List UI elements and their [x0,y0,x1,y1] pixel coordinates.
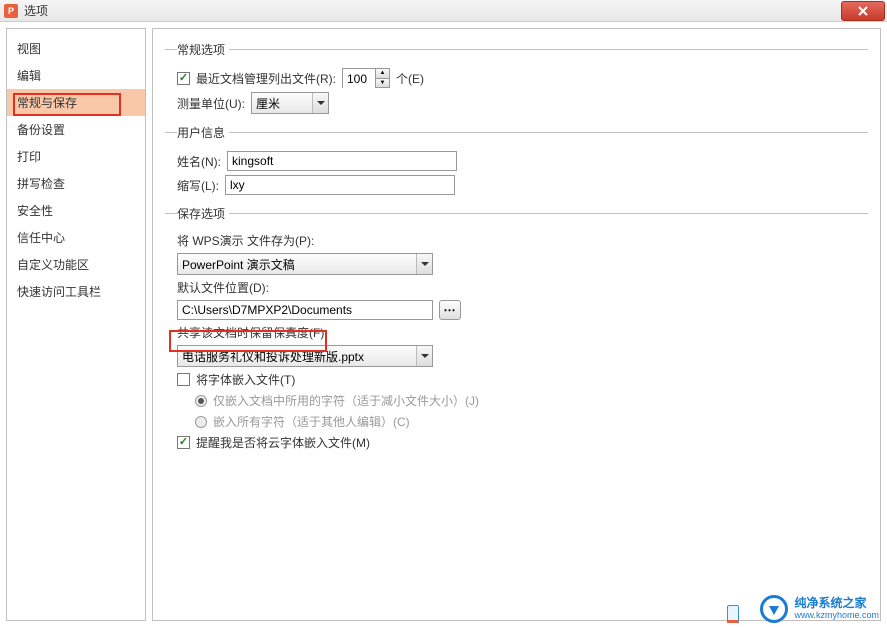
watermark-brand: 纯净系统之家 [794,597,879,610]
fidelity-value: 电话服务礼仪和投诉处理新版.pptx [182,348,364,365]
sidebar-item-view[interactable]: 视图 [7,35,145,62]
sidebar-item-trust[interactable]: 信任中心 [7,224,145,251]
user-info-legend: 用户信息 [177,124,229,141]
remind-cloud-checkbox[interactable] [177,436,190,449]
content-panel: 常规选项 最近文档管理列出文件(R): ▲ ▼ 个(E) 测量单位(U): 厘米 [152,28,881,621]
titlebar: P 选项 [0,0,887,22]
recent-files-input[interactable] [343,69,375,89]
watermark: 纯净系统之家 www.kzmyhome.com [760,595,879,623]
browse-button[interactable]: ⋯ [439,300,461,320]
chevron-down-icon [416,346,432,366]
name-input[interactable] [227,151,457,171]
measure-unit-label: 测量单位(U): [177,95,245,112]
spinner-down-icon[interactable]: ▼ [376,79,389,88]
embed-used-radio [195,395,207,407]
app-icon: P [4,4,18,18]
sidebar-item-backup[interactable]: 备份设置 [7,116,145,143]
measure-unit-value: 厘米 [256,95,280,112]
saveas-label: 将 WPS演示 文件存为(P): [177,232,314,249]
chevron-down-icon [416,254,432,274]
recent-files-spinner[interactable]: ▲ ▼ [342,68,390,88]
spinner-up-icon[interactable]: ▲ [376,69,389,79]
default-location-label: 默认文件位置(D): [177,279,269,296]
decorative-icon [727,605,739,623]
general-options-legend: 常规选项 [177,41,229,58]
measure-unit-select[interactable]: 厘米 [251,92,329,114]
close-button[interactable] [841,1,885,21]
default-location-input[interactable] [177,300,433,320]
sidebar-item-general-save[interactable]: 常规与保存 [7,89,145,116]
initials-input[interactable] [225,175,455,195]
sidebar-item-print[interactable]: 打印 [7,143,145,170]
sidebar-item-quick-access[interactable]: 快速访问工具栏 [7,278,145,305]
recent-files-checkbox[interactable] [177,72,190,85]
embed-all-radio [195,416,207,428]
close-icon [858,6,868,16]
window-title: 选项 [24,2,48,19]
watermark-url: www.kzmyhome.com [794,611,879,621]
chevron-down-icon [312,93,328,113]
sidebar: 视图 编辑 常规与保存 备份设置 打印 拼写检查 安全性 信任中心 自定义功能区… [6,28,146,621]
sidebar-item-edit[interactable]: 编辑 [7,62,145,89]
remind-cloud-label: 提醒我是否将云字体嵌入文件(M) [196,434,370,451]
fidelity-label: 共享该文档时保留保真度(F): [177,324,328,341]
recent-files-label: 最近文档管理列出文件(R): [196,70,336,87]
watermark-logo-icon [760,595,788,623]
save-options-group: 保存选项 将 WPS演示 文件存为(P): PowerPoint 演示文稿 默认… [165,205,868,457]
general-options-group: 常规选项 最近文档管理列出文件(R): ▲ ▼ 个(E) 测量单位(U): 厘米 [165,41,868,120]
saveas-select[interactable]: PowerPoint 演示文稿 [177,253,433,275]
sidebar-item-customize-ribbon[interactable]: 自定义功能区 [7,251,145,278]
initials-label: 缩写(L): [177,177,219,194]
sidebar-item-spellcheck[interactable]: 拼写检查 [7,170,145,197]
embed-all-label: 嵌入所有字符（适于其他人编辑）(C) [213,413,410,430]
saveas-value: PowerPoint 演示文稿 [182,256,295,273]
fidelity-select[interactable]: 电话服务礼仪和投诉处理新版.pptx [177,345,433,367]
embed-fonts-label: 将字体嵌入文件(T) [196,371,295,388]
name-label: 姓名(N): [177,153,221,170]
sidebar-item-security[interactable]: 安全性 [7,197,145,224]
save-options-legend: 保存选项 [177,205,229,222]
embed-used-label: 仅嵌入文档中所用的字符（适于减小文件大小）(J) [213,392,479,409]
user-info-group: 用户信息 姓名(N): 缩写(L): [165,124,868,201]
embed-fonts-checkbox[interactable] [177,373,190,386]
recent-files-unit: 个(E) [396,70,424,87]
